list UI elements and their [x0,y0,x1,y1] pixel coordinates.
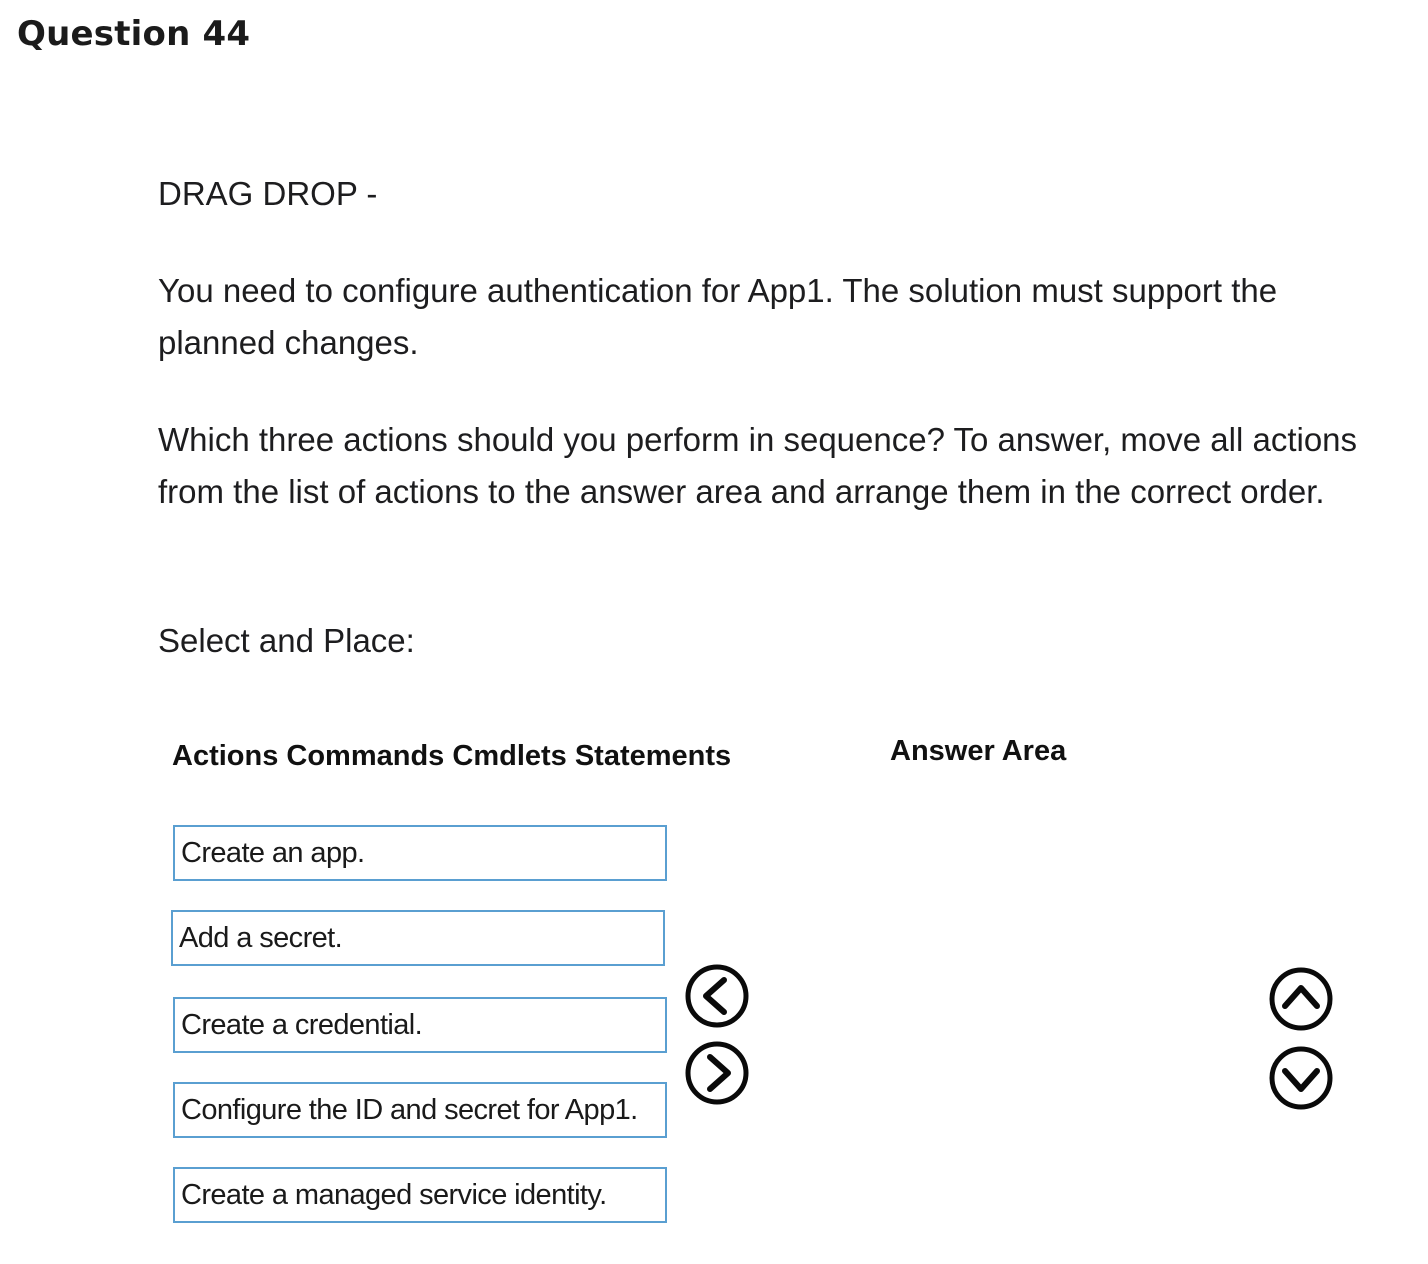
move-up-button[interactable] [1268,966,1334,1032]
move-left-button[interactable] [684,963,750,1029]
chevron-right-circle-icon [685,1041,749,1105]
action-item[interactable]: Create a managed service identity. [173,1167,667,1223]
move-down-button[interactable] [1268,1045,1334,1111]
move-right-button[interactable] [684,1040,750,1106]
question-type-label: DRAG DROP - [158,175,378,212]
actions-panel-heading: Actions Commands Cmdlets Statements [172,740,732,772]
action-item[interactable]: Create an app. [173,825,667,881]
instructions-text: Which three actions should you perform i… [158,421,1358,510]
answer-area-heading: Answer Area [890,735,1067,767]
action-item[interactable]: Configure the ID and secret for App1. [173,1082,667,1138]
select-and-place-label: Select and Place: [158,622,415,659]
chevron-up-circle-icon [1269,967,1333,1031]
scenario-text: You need to configure authentication for… [158,272,1278,361]
action-item[interactable]: Create a credential. [173,997,667,1053]
chevron-left-circle-icon [685,964,749,1028]
question-title: Question 44 [17,14,251,54]
chevron-down-circle-icon [1269,1046,1333,1110]
action-item[interactable]: Add a secret. [171,910,665,966]
